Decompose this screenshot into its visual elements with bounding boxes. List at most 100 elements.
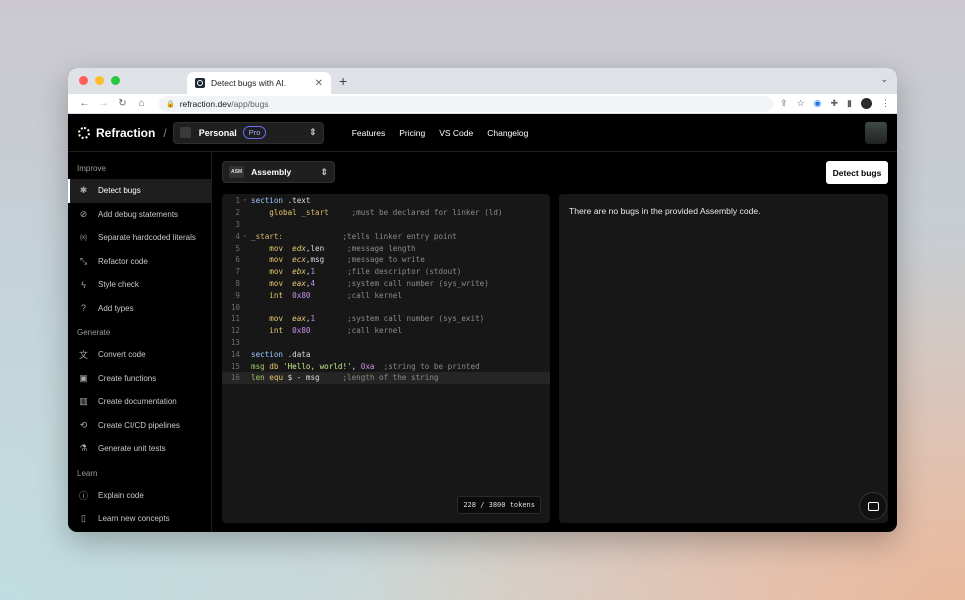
sidebar-item-detect-bugs[interactable]: ✱ Detect bugs bbox=[68, 179, 211, 203]
code-line[interactable]: 7 mov ebx,1 ;file descriptor (stdout) bbox=[222, 266, 550, 278]
share-icon[interactable]: ⇪ bbox=[780, 98, 788, 109]
code-line[interactable]: 6 mov ecx,msg ;message to write bbox=[222, 254, 550, 266]
shrink-icon: ⤡ bbox=[79, 255, 88, 266]
code-line[interactable]: 14 section .data bbox=[222, 348, 550, 360]
brand-logo[interactable]: Refraction bbox=[78, 126, 155, 140]
detect-bugs-button[interactable]: Detect bugs bbox=[826, 161, 888, 184]
token-counter: 228 / 3800 tokens bbox=[457, 496, 541, 514]
nav-features[interactable]: Features bbox=[352, 128, 386, 138]
line-number: 7 bbox=[235, 267, 240, 277]
new-tab-icon[interactable]: + bbox=[339, 73, 347, 89]
browser-tab[interactable]: Detect bugs with AI. ✕ bbox=[187, 72, 331, 94]
close-tab-icon[interactable]: ✕ bbox=[315, 78, 323, 89]
language-select[interactable]: ASM Assembly ⇕ bbox=[222, 161, 335, 183]
sidebar-item-explain-code[interactable]: ⓘ Explain code bbox=[68, 484, 211, 508]
address-bar[interactable]: 🔒 refraction.dev/app/bugs bbox=[159, 95, 773, 112]
code-line[interactable]: 12 int 0x80 ;call kernel bbox=[222, 325, 550, 337]
bookmark-icon: ▯ bbox=[81, 513, 86, 524]
sidebar-item-label: Generate unit tests bbox=[98, 444, 166, 454]
sidebar-section-title: Generate bbox=[77, 328, 111, 337]
line-number: 16 bbox=[230, 373, 240, 383]
line-number: 9 bbox=[235, 290, 240, 300]
code-line[interactable]: 15 msg db 'Hello, world!', 0xa ;string to… bbox=[222, 360, 550, 372]
chat-button[interactable] bbox=[859, 492, 887, 520]
line-number: 15 bbox=[230, 361, 240, 371]
minimize-window-button[interactable] bbox=[95, 76, 104, 85]
line-number: 14 bbox=[230, 349, 240, 359]
sidebar-item-add-types[interactable]: ? Add types bbox=[68, 297, 211, 321]
code-editor[interactable]: 1 ▾ section .text 2 global _start ;must be … bbox=[222, 194, 550, 523]
code-line[interactable]: 10 bbox=[222, 301, 550, 313]
sidebar-item-label: Add types bbox=[98, 303, 134, 313]
sidebar-item-label: Style check bbox=[98, 280, 139, 290]
nav-vscode[interactable]: VS Code bbox=[439, 128, 473, 138]
line-number: 2 bbox=[235, 208, 240, 218]
sidebar-item-create-documentation[interactable]: ▥ Create documentation bbox=[68, 390, 211, 414]
browser-window: Detect bugs with AI. ✕ + ⌄ ← → ↻ ⌂ 🔒 ref… bbox=[68, 68, 897, 532]
debug-icon: ⊘ bbox=[79, 208, 88, 219]
sidebar-item-generate-unit-tests[interactable]: ⚗ Generate unit tests bbox=[68, 437, 211, 461]
tab-search-chevron-icon[interactable]: ⌄ bbox=[880, 74, 888, 85]
code-line[interactable]: 5 mov edx,len ;message length bbox=[222, 242, 550, 254]
home-icon[interactable]: ⌂ bbox=[132, 98, 151, 109]
code-line[interactable]: 2 global _start ;must be declared for li… bbox=[222, 207, 550, 219]
line-number: 6 bbox=[235, 255, 240, 265]
code-line[interactable]: 1 ▾ section .text bbox=[222, 195, 550, 207]
code-line[interactable]: 11 mov eax,1 ;system call number (sys_ex… bbox=[222, 313, 550, 325]
breadcrumb-separator: / bbox=[163, 125, 167, 140]
workspace-name: Personal bbox=[198, 127, 237, 138]
user-avatar[interactable] bbox=[865, 122, 887, 144]
url-host: refraction.dev bbox=[179, 98, 232, 109]
nav-changelog[interactable]: Changelog bbox=[487, 128, 528, 138]
zoom-window-button[interactable] bbox=[111, 76, 120, 85]
code-text: len equ $ - msg ;length of the string bbox=[251, 373, 439, 383]
sidebar-item-separate-hardcoded-literals[interactable]: {x} Separate hardcoded literals bbox=[68, 226, 211, 250]
brand-name: Refraction bbox=[96, 125, 156, 140]
refraction-logo-icon bbox=[78, 126, 90, 139]
sidebar-item-label: Learn new concepts bbox=[98, 514, 170, 524]
flask-icon: ⚗ bbox=[79, 443, 88, 454]
info-icon: ⓘ bbox=[78, 490, 88, 501]
result-message: There are no bugs in the provided Assemb… bbox=[569, 206, 761, 216]
sidebar-item-learn-new-concepts[interactable]: ▯ Learn new concepts bbox=[68, 507, 211, 531]
extension-icon[interactable]: ◉ bbox=[814, 98, 822, 109]
back-icon[interactable]: ← bbox=[75, 98, 94, 109]
code-line[interactable]: 9 int 0x80 ;call kernel bbox=[222, 289, 550, 301]
forward-icon[interactable]: → bbox=[94, 98, 113, 109]
lock-icon: 🔒 bbox=[166, 100, 175, 108]
sidebar-item-create-ci-cd-pipelines[interactable]: ⟲ Create CI/CD pipelines bbox=[68, 414, 211, 438]
code-line[interactable]: 8 mov eax,4 ;system call number (sys_wri… bbox=[222, 278, 550, 290]
code-text: section .text bbox=[251, 196, 311, 206]
sidebar-item-label: Create functions bbox=[98, 373, 157, 383]
sidebar-item-create-functions[interactable]: ▣ Create functions bbox=[68, 367, 211, 391]
language-label: Assembly bbox=[251, 167, 292, 177]
plan-badge: Pro bbox=[242, 126, 267, 139]
bookmark-star-icon[interactable]: ☆ bbox=[797, 98, 805, 109]
workspace-avatar bbox=[179, 127, 191, 138]
nav-pricing[interactable]: Pricing bbox=[399, 128, 425, 138]
fold-chevron-icon[interactable]: ▾ bbox=[243, 197, 251, 204]
result-panel: There are no bugs in the provided Assemb… bbox=[559, 194, 888, 523]
fold-chevron-icon[interactable]: ▾ bbox=[243, 233, 251, 240]
sidebar-item-label: Explain code bbox=[98, 490, 144, 500]
sidebar-section-title: Learn bbox=[77, 468, 98, 478]
sidepanel-icon[interactable]: ▮ bbox=[847, 98, 852, 109]
code-line[interactable]: 3 bbox=[222, 219, 550, 231]
top-nav: Features Pricing VS Code Changelog bbox=[352, 128, 529, 138]
puzzle-icon[interactable]: ✚ bbox=[831, 98, 839, 109]
sidebar-item-refactor-code[interactable]: ⤡ Refactor code bbox=[68, 250, 211, 274]
code-text: mov edx,len ;message length bbox=[269, 243, 416, 253]
close-window-button[interactable] bbox=[79, 76, 88, 85]
profile-avatar[interactable] bbox=[861, 98, 872, 109]
code-line[interactable]: 16 len equ $ - msg ;length of the string bbox=[222, 371, 550, 384]
question-circle-icon: ? bbox=[80, 303, 86, 314]
sidebar-item-add-debug-statements[interactable]: ⊘ Add debug statements bbox=[68, 203, 211, 227]
reload-icon[interactable]: ↻ bbox=[113, 98, 132, 109]
code-line[interactable]: 4 ▾ _start: ;tells linker entry point bbox=[222, 230, 550, 242]
workspace-select[interactable]: Personal Pro ⇕ bbox=[172, 121, 324, 144]
line-number: 4 bbox=[235, 231, 240, 241]
kebab-menu-icon[interactable]: ⋮ bbox=[881, 98, 890, 109]
code-line[interactable]: 13 bbox=[222, 337, 550, 349]
sidebar-item-convert-code[interactable]: 文 Convert code bbox=[68, 343, 211, 367]
sidebar-item-style-check[interactable]: ϟ Style check bbox=[68, 273, 211, 297]
